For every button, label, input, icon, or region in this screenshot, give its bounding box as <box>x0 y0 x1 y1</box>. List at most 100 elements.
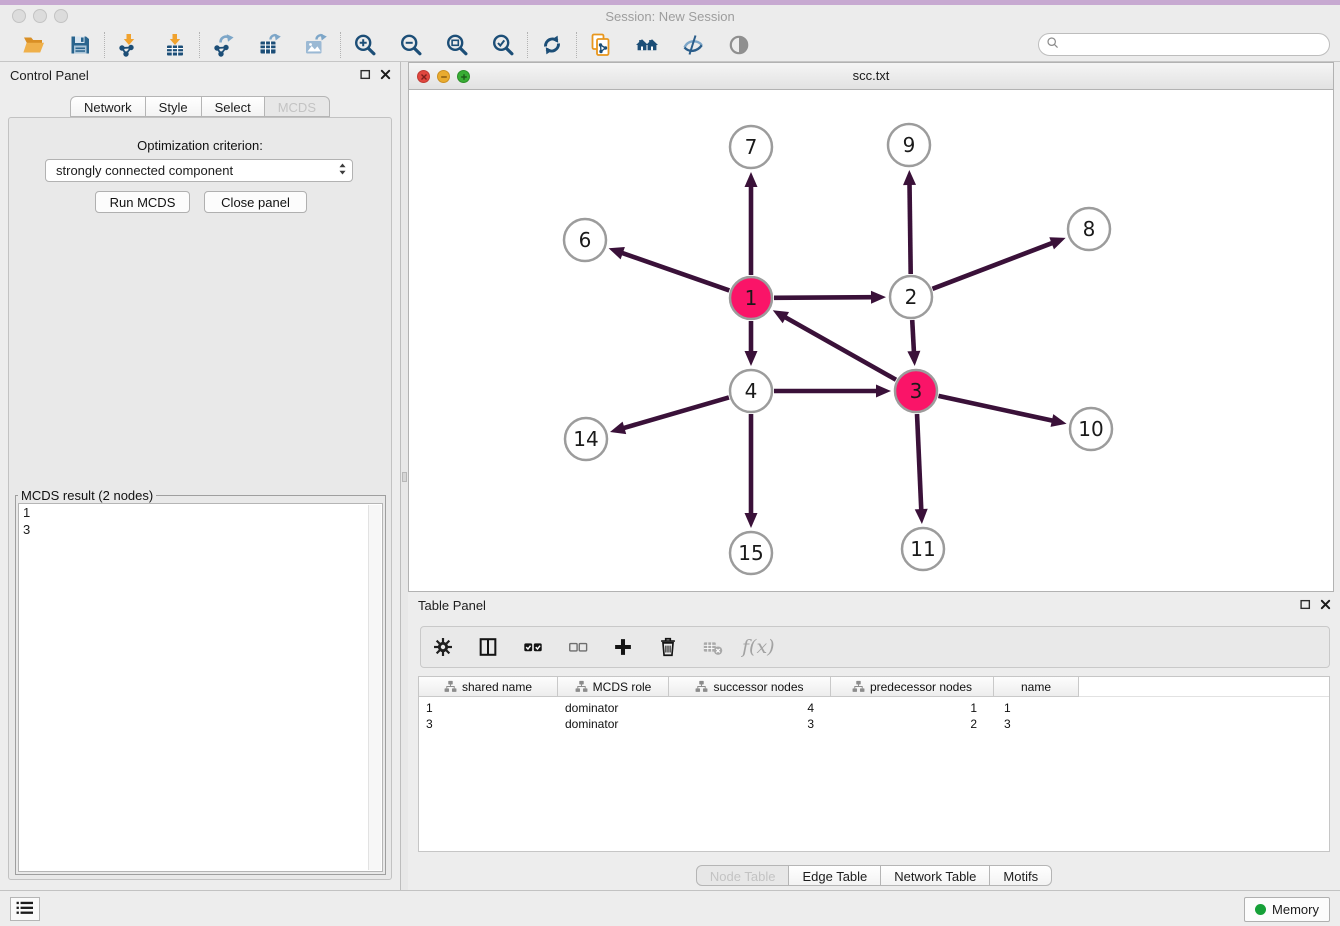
column-header-predecessor-nodes[interactable]: predecessor nodes <box>831 677 994 697</box>
task-history-button[interactable] <box>10 897 40 921</box>
float-table-panel-icon[interactable] <box>1300 599 1311 610</box>
control-panel: Control Panel NetworkStyleSelectMCDS Opt… <box>0 62 401 890</box>
toolbar-button-eye-slash[interactable] <box>679 31 707 59</box>
table-tab-motifs[interactable]: Motifs <box>989 865 1052 886</box>
table-tab-edge-table[interactable]: Edge Table <box>788 865 881 886</box>
table-row[interactable]: 3dominator323 <box>419 716 1329 732</box>
table-toolbar-add-column-button[interactable] <box>610 634 636 660</box>
zoom-out-icon <box>399 33 423 57</box>
toolbar-button-zoom-fit[interactable] <box>443 31 471 59</box>
window-minimize-button[interactable] <box>33 9 47 23</box>
toolbar-button-clone-network[interactable] <box>587 31 615 59</box>
graph-edge-arrowhead <box>1049 237 1065 249</box>
graph-edge-1-2[interactable] <box>774 297 874 298</box>
close-table-panel-icon[interactable] <box>1320 599 1331 610</box>
svg-text:11: 11 <box>910 537 935 561</box>
result-scrollbar[interactable] <box>368 505 381 870</box>
graph-node-14[interactable]: 14 <box>565 418 607 460</box>
memory-label: Memory <box>1272 902 1319 917</box>
memory-button[interactable]: Memory <box>1244 897 1330 922</box>
graph-edge-arrowhead <box>871 291 886 304</box>
graph-node-2[interactable]: 2 <box>890 276 932 318</box>
control-tab-mcds[interactable]: MCDS <box>264 96 330 117</box>
graph-edge-2-9[interactable] <box>909 182 910 274</box>
column-header-successor-nodes[interactable]: successor nodes <box>669 677 831 697</box>
divider-grip[interactable] <box>402 472 407 482</box>
table-panel-title: Table Panel <box>418 598 486 613</box>
graph-node-4[interactable]: 4 <box>730 370 772 412</box>
svg-text:14: 14 <box>573 427 598 451</box>
graph-edge-3-10[interactable] <box>938 396 1054 421</box>
settings-gear-icon <box>432 636 454 658</box>
toolbar-button-zoom-selected[interactable] <box>489 31 517 59</box>
panel-divider[interactable] <box>401 62 408 890</box>
toolbar-button-contrast-circle[interactable] <box>725 31 753 59</box>
graph-edge-2-3[interactable] <box>912 320 914 354</box>
toolbar-button-apply-layout-refresh[interactable] <box>538 31 566 59</box>
close-panel-icon[interactable] <box>380 69 391 80</box>
graph-node-3[interactable]: 3 <box>895 370 937 412</box>
graph-edge-2-8[interactable] <box>932 242 1054 289</box>
graph-edge-4-14[interactable] <box>622 397 729 428</box>
search-field[interactable] <box>1038 33 1330 56</box>
contrast-circle-icon <box>727 33 751 57</box>
toolbar-button-home-pair[interactable] <box>633 31 661 59</box>
svg-text:f(x): f(x) <box>741 636 775 658</box>
graph-node-7[interactable]: 7 <box>730 126 772 168</box>
window-zoom-button[interactable] <box>54 9 68 23</box>
table-row[interactable]: 1dominator411 <box>419 700 1329 716</box>
table-tab-network-table[interactable]: Network Table <box>880 865 990 886</box>
run-mcds-button[interactable]: Run MCDS <box>95 191 190 213</box>
table-toolbar-unselect-all-checkboxes-button[interactable] <box>565 634 591 660</box>
graph-node-11[interactable]: 11 <box>902 528 944 570</box>
window-close-button[interactable] <box>12 9 26 23</box>
toolbar-button-save-session[interactable] <box>66 31 94 59</box>
table-toolbar-settings-gear-button[interactable] <box>430 634 456 660</box>
export-table-icon <box>258 33 282 57</box>
graph-edge-arrowhead <box>609 247 625 259</box>
toolbar-button-export-table[interactable] <box>256 31 284 59</box>
cell-shared-name: 1 <box>419 701 558 715</box>
graph-node-6[interactable]: 6 <box>564 219 606 261</box>
network-zoom-button[interactable] <box>457 70 470 83</box>
table-toolbar-select-all-checkboxes-button[interactable] <box>520 634 546 660</box>
column-header-mcds-role[interactable]: MCDS role <box>558 677 669 697</box>
mcds-result-list[interactable]: 13 <box>18 503 383 872</box>
delete-table-icon <box>702 636 724 658</box>
toolbar-button-export-network[interactable] <box>210 31 238 59</box>
network-close-button[interactable] <box>417 70 430 83</box>
network-canvas[interactable]: 7 9 6 8 1 2 4 3 14 10 15 11 <box>409 90 1333 591</box>
graph-edge-3-11[interactable] <box>917 414 921 512</box>
toolbar-button-import-network[interactable] <box>115 31 143 59</box>
graph-node-10[interactable]: 10 <box>1070 408 1112 450</box>
close-panel-button[interactable]: Close panel <box>204 191 307 213</box>
toolbar-button-open-folder[interactable] <box>20 31 48 59</box>
toolbar-button-export-image[interactable] <box>302 31 330 59</box>
float-panel-icon[interactable] <box>360 69 371 80</box>
column-header-shared-name[interactable]: shared name <box>419 677 558 697</box>
criterion-select[interactable]: strongly connected component <box>45 159 353 182</box>
control-tab-select[interactable]: Select <box>201 96 265 117</box>
graph-node-1[interactable]: 1 <box>730 277 772 319</box>
cell-mcds-role: dominator <box>558 717 669 731</box>
table-toolbar-delete-column-button[interactable] <box>655 634 681 660</box>
graph-node-8[interactable]: 8 <box>1068 208 1110 250</box>
column-header-name[interactable]: name <box>994 677 1079 697</box>
window-title: Session: New Session <box>0 5 1340 28</box>
network-minimize-button[interactable] <box>437 70 450 83</box>
graph-node-9[interactable]: 9 <box>888 124 930 166</box>
graph-edge-3-1[interactable] <box>783 316 896 380</box>
table-tab-node-table[interactable]: Node Table <box>696 865 790 886</box>
graph-node-15[interactable]: 15 <box>730 532 772 574</box>
search-input[interactable] <box>1064 38 1322 52</box>
table-toolbar-column-layout-button[interactable] <box>475 634 501 660</box>
toolbar-separator <box>527 32 528 58</box>
shared-column-icon <box>575 680 588 693</box>
toolbar-button-zoom-out[interactable] <box>397 31 425 59</box>
graph-edge-1-6[interactable] <box>620 252 729 290</box>
toolbar-button-import-table[interactable] <box>161 31 189 59</box>
control-tab-network[interactable]: Network <box>70 96 146 117</box>
control-tab-style[interactable]: Style <box>145 96 202 117</box>
table-header-row: shared nameMCDS rolesuccessor nodesprede… <box>419 677 1329 697</box>
toolbar-button-zoom-in[interactable] <box>351 31 379 59</box>
